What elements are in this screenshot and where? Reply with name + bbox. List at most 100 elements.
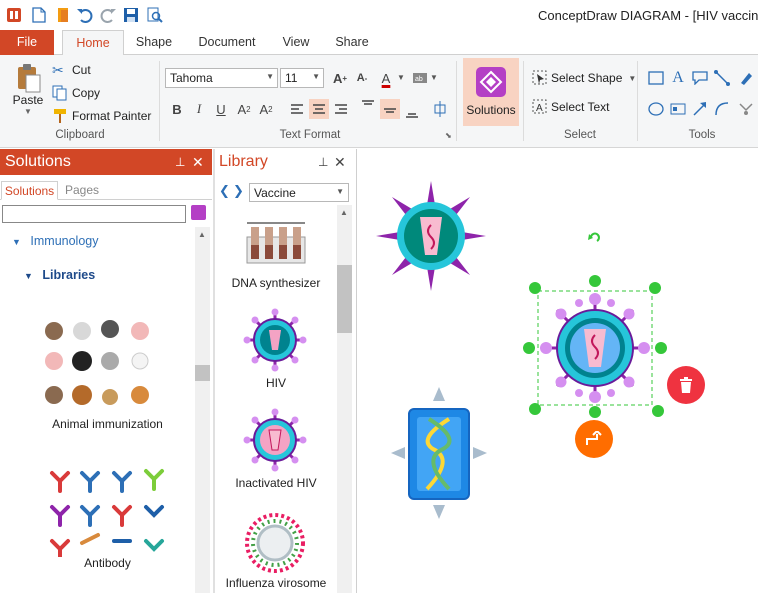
callout-tool-icon[interactable] [690, 68, 710, 88]
print-preview-icon[interactable] [146, 6, 164, 24]
tree-item-libraries[interactable]: ▼ Libraries [24, 268, 95, 282]
shape-inactivated-hiv[interactable] [243, 408, 307, 472]
paste-label: Paste [12, 92, 44, 107]
align-top-icon[interactable] [358, 95, 378, 115]
chevron-down-icon: ▼ [312, 72, 320, 81]
grow-font-icon[interactable]: A + [330, 68, 350, 88]
virus-shape[interactable] [376, 181, 486, 291]
shape-dna-synthesizer[interactable] [241, 219, 311, 269]
pin-icon[interactable]: ⊥ [318, 149, 328, 175]
drawing-canvas[interactable] [356, 149, 758, 593]
text-tool-icon[interactable]: A [668, 68, 688, 88]
solutions-search-input[interactable] [2, 205, 186, 223]
tab-home[interactable]: Home [62, 30, 124, 56]
library-panel-title: Library [219, 153, 268, 170]
select-shape-button[interactable]: Select Shape ▼ [532, 68, 636, 88]
format-painter-button[interactable]: Format Painter [52, 107, 151, 125]
trash-icon [680, 377, 692, 393]
curve-tool-icon[interactable] [712, 99, 732, 119]
library-item-label: HIV [265, 376, 286, 390]
save-icon[interactable] [122, 6, 140, 24]
copy-button[interactable]: Copy [52, 84, 100, 102]
highlight-icon[interactable]: ab [410, 68, 430, 88]
shape-influenza-virosome[interactable] [243, 511, 307, 575]
pin-icon[interactable]: ⊥ [175, 149, 185, 175]
bold-icon[interactable]: B [167, 99, 187, 119]
tab-solutions[interactable]: Solutions [1, 181, 58, 200]
paste-button[interactable]: Paste ▼ [8, 59, 48, 119]
selected-hiv-shape[interactable] [523, 275, 667, 418]
select-text-label: Select Text [551, 100, 610, 114]
tree-item-immunology[interactable]: ▼ Immunology [12, 234, 99, 248]
format-painter-label: Format Painter [72, 109, 152, 123]
delete-button[interactable] [667, 366, 705, 404]
rotate-handle-icon[interactable] [588, 232, 600, 242]
chevron-down-icon[interactable]: ▼ [397, 73, 405, 82]
scrollbar-thumb[interactable] [195, 365, 210, 381]
shrink-font-icon[interactable]: A- [352, 68, 372, 88]
open-document-icon[interactable] [54, 6, 72, 24]
influenza-virosome-icon [245, 513, 305, 573]
close-icon[interactable]: ✕ [192, 149, 204, 175]
connector-tool-icon[interactable] [736, 99, 756, 119]
connector-arrow-icon [586, 431, 602, 445]
search-icon[interactable] [191, 205, 206, 220]
tab-share[interactable]: Share [330, 30, 374, 55]
library-select[interactable]: Vaccine ▼ [249, 183, 349, 202]
solutions-scrollbar[interactable]: ▲ [195, 227, 210, 593]
solutions-panel-header: Solutions ⊥ ✕ [0, 149, 212, 175]
library-animal-immunization[interactable] [40, 317, 176, 417]
tab-view[interactable]: View [276, 30, 316, 55]
chevron-right-icon[interactable]: ❯ [233, 183, 244, 199]
align-center-icon[interactable] [309, 99, 329, 119]
underline-icon[interactable]: U [211, 99, 231, 119]
title-bar: ConceptDraw DIAGRAM - [HIV vaccine de [0, 0, 758, 30]
font-size-select[interactable]: 11 ▼ [280, 68, 324, 88]
dna-vaccine-shape[interactable] [391, 387, 487, 519]
align-middle-icon[interactable] [380, 99, 400, 119]
shape-hiv[interactable] [243, 308, 307, 372]
font-color-icon[interactable]: A [376, 68, 396, 88]
scroll-up-icon[interactable]: ▲ [198, 230, 206, 239]
cut-button[interactable]: ✂ Cut [52, 61, 91, 79]
italic-icon[interactable]: I [189, 99, 209, 119]
rectangle-tool-icon[interactable] [646, 68, 666, 88]
tab-file[interactable]: File [0, 30, 54, 55]
align-left-icon[interactable] [287, 99, 307, 119]
tab-pages[interactable]: Pages [62, 181, 102, 200]
solutions-button[interactable]: Solutions [463, 58, 519, 126]
pen-tool-icon[interactable] [736, 68, 756, 88]
scroll-up-icon[interactable]: ▲ [340, 208, 348, 217]
redo-icon[interactable] [99, 6, 117, 24]
line-tool-icon[interactable] [712, 68, 732, 88]
library-antibody[interactable] [44, 457, 174, 559]
align-bottom-icon[interactable] [402, 103, 422, 123]
chevron-left-icon[interactable]: ❮ [219, 183, 230, 199]
library-item-label: Influenza virosome [225, 576, 327, 590]
library-scrollbar[interactable]: ▲ [337, 205, 352, 593]
new-document-icon[interactable] [30, 6, 48, 24]
dialog-launcher-icon[interactable]: ⬊ [445, 131, 452, 140]
solutions-panel-title: Solutions [5, 153, 71, 170]
app-logo-icon[interactable] [5, 6, 23, 24]
align-right-icon[interactable] [331, 99, 351, 119]
tree-section-label: Libraries [42, 268, 96, 282]
font-family-select[interactable]: Tahoma ▼ [165, 68, 278, 88]
select-text-button[interactable]: A Select Text [532, 97, 609, 117]
font-family-value: Tahoma [170, 71, 213, 85]
chevron-down-icon[interactable]: ▼ [430, 73, 438, 82]
textbox-tool-icon[interactable] [668, 99, 688, 119]
tab-shape[interactable]: Shape [128, 30, 180, 55]
tab-document[interactable]: Document [192, 30, 262, 55]
arrow-tool-icon[interactable] [690, 99, 710, 119]
dna-synthesizer-icon [246, 222, 306, 264]
text-direction-icon[interactable] [430, 99, 450, 119]
subscript-icon[interactable]: A2 [256, 99, 276, 119]
library-panel: ❮ ❯ Vaccine ▼ DNA synthesizer HIV Inacti… [215, 175, 355, 593]
connector-button[interactable] [575, 420, 613, 458]
superscript-icon[interactable]: A2 [234, 99, 254, 119]
undo-icon[interactable] [76, 6, 94, 24]
ellipse-tool-icon[interactable] [646, 99, 666, 119]
close-icon[interactable]: ✕ [334, 149, 346, 175]
scrollbar-thumb[interactable] [337, 265, 352, 333]
